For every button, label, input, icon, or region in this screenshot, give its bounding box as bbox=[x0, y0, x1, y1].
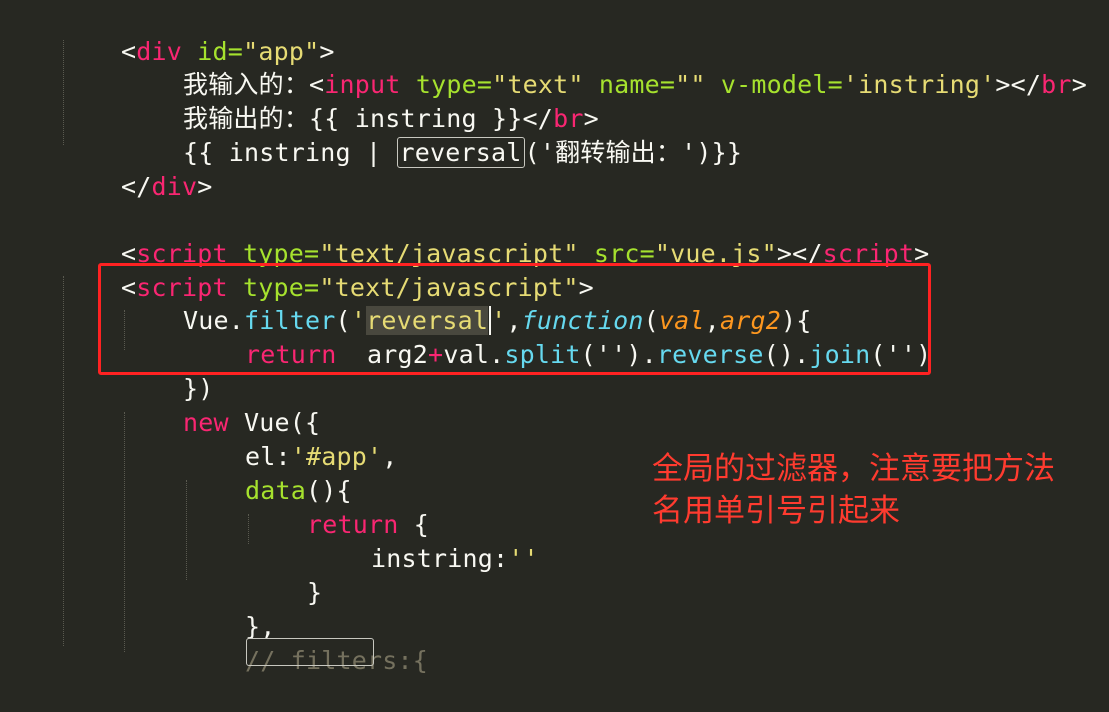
code-token: '' bbox=[508, 544, 539, 573]
code-editor[interactable]: <div id="app"> 我输入的：<input type="text" n… bbox=[0, 0, 1109, 675]
code-line: 我输出的：{{ instring }}</br> bbox=[122, 68, 599, 133]
code-line: data(){ bbox=[184, 440, 352, 505]
code-line: <script type="text/javascript" src="vue.… bbox=[60, 203, 929, 268]
code-token: , bbox=[382, 442, 398, 471]
code-token: > bbox=[197, 172, 213, 201]
code-token: </ bbox=[121, 172, 152, 201]
code-token: div bbox=[151, 172, 198, 201]
code-line: } bbox=[246, 542, 322, 607]
annotation-line: 全局的过滤器，注意要把方法 bbox=[652, 451, 1055, 487]
code-token: br bbox=[1041, 70, 1072, 99]
annotation-note: 全局的过滤器，注意要把方法 名用单引号引起来 bbox=[652, 448, 1092, 532]
code-token: 翻转输出： bbox=[555, 138, 682, 167]
code-token: > bbox=[1071, 70, 1087, 99]
code-line: 我输入的：<input type="text" name="" v-model=… bbox=[122, 34, 1087, 99]
code-line: {{ instring | reversal ('翻转输出：')}} bbox=[122, 102, 742, 168]
annotation-line: 名用单引号引起来 bbox=[652, 493, 900, 529]
code-token: 'instring' bbox=[842, 70, 996, 99]
code-line: new Vue({ bbox=[122, 372, 320, 437]
code-token: ')}} bbox=[681, 138, 743, 167]
code-token: v-model= bbox=[705, 70, 843, 99]
code-token: (' bbox=[524, 138, 556, 167]
code-line: return { bbox=[246, 474, 429, 539]
code-line: el:'#app', bbox=[184, 406, 398, 471]
code-token: "" bbox=[675, 70, 706, 99]
code-token: {{ instring | bbox=[183, 138, 397, 167]
code-line: }, bbox=[184, 576, 276, 641]
code-line: instring:'' bbox=[310, 508, 539, 573]
code-token: } bbox=[307, 578, 323, 607]
code-line: </div> bbox=[60, 136, 213, 201]
code-token-match-highlight: reversal bbox=[396, 137, 525, 168]
code-token: ></ bbox=[995, 70, 1042, 99]
code-token-match-highlight bbox=[246, 638, 374, 666]
code-token: instring: bbox=[371, 544, 509, 573]
highlight-annotation-box bbox=[98, 263, 931, 375]
code-line: <div id="app"> bbox=[60, 1, 335, 66]
